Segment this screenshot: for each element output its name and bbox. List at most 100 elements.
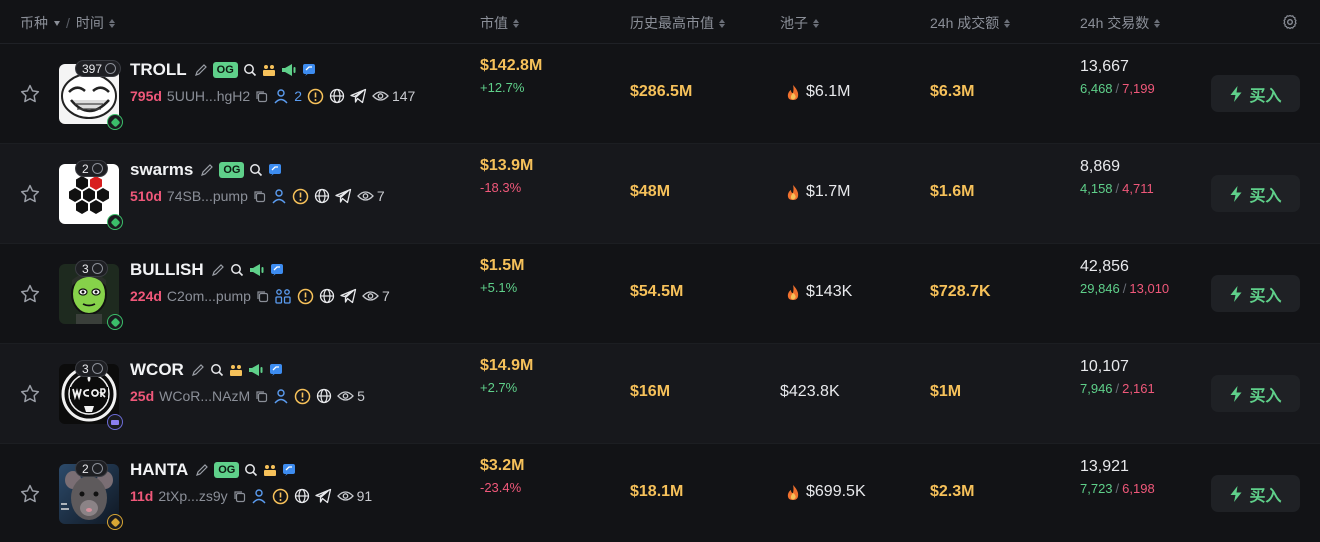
- megaphone-icon: [249, 264, 264, 276]
- market-cap: $13.9M -18.3%: [480, 157, 534, 195]
- token-name[interactable]: BULLISH: [130, 260, 204, 280]
- telegram-icon[interactable]: [350, 88, 367, 104]
- star-icon[interactable]: [19, 183, 41, 205]
- token-name[interactable]: WCOR: [130, 360, 184, 380]
- search-icon[interactable]: [249, 163, 263, 177]
- telegram-icon[interactable]: [340, 288, 357, 304]
- buy-button[interactable]: 买入: [1211, 475, 1300, 512]
- globe-icon[interactable]: [314, 188, 330, 204]
- telegram-icon[interactable]: [335, 188, 352, 204]
- table-row[interactable]: 3 WCOR 25d WCoR...NAzM 5 $14.9M +2.7% $1…: [0, 344, 1320, 444]
- token-name[interactable]: HANTA: [130, 460, 188, 480]
- chat-icon: [269, 364, 282, 376]
- edit-icon[interactable]: [195, 463, 209, 477]
- buy-button[interactable]: 买入: [1211, 275, 1300, 312]
- token-avatar[interactable]: 2: [59, 160, 123, 230]
- header-mcap[interactable]: 市值: [480, 13, 519, 33]
- chain-badge-icon: [107, 514, 123, 530]
- pool-liquidity: $143K: [786, 283, 852, 301]
- token-avatar[interactable]: 2: [59, 460, 123, 530]
- star-icon[interactable]: [19, 283, 41, 305]
- warning-icon[interactable]: [297, 288, 314, 305]
- buy-button[interactable]: 买入: [1211, 75, 1300, 112]
- edit-icon[interactable]: [211, 263, 225, 277]
- sort-icon[interactable]: [1004, 18, 1011, 28]
- search-icon[interactable]: [230, 263, 244, 277]
- copy-icon[interactable]: [256, 290, 269, 303]
- edit-icon[interactable]: [191, 363, 205, 377]
- copy-icon[interactable]: [253, 190, 266, 203]
- txs-24h: 13,667 6,468/7,199: [1080, 58, 1155, 96]
- clock-icon: [91, 263, 103, 274]
- globe-icon[interactable]: [319, 288, 335, 304]
- lightning-icon: [1230, 285, 1242, 302]
- star-icon[interactable]: [19, 483, 41, 505]
- table-row[interactable]: 397 TROLL OG 795d 5UUH...hgH2 2 147 $142…: [0, 44, 1320, 144]
- table-header: 币种 / 时间 市值 历史最高市值 池子 24h 成交额 24h 交易数: [0, 0, 1320, 44]
- token-name-line: WCOR: [130, 358, 283, 382]
- coin-filter-caret-icon[interactable]: [54, 20, 60, 26]
- buy-button[interactable]: 买入: [1211, 375, 1300, 412]
- holders-badge: 3: [75, 360, 108, 377]
- search-icon[interactable]: [244, 463, 258, 477]
- copy-icon[interactable]: [255, 90, 268, 103]
- header-coin-time[interactable]: 币种 / 时间: [20, 13, 115, 33]
- views-count: 7: [362, 288, 390, 304]
- buy-button[interactable]: 买入: [1211, 175, 1300, 212]
- edit-icon[interactable]: [194, 63, 208, 77]
- lightning-icon: [1230, 485, 1242, 502]
- token-name[interactable]: swarms: [130, 160, 193, 180]
- header-volume[interactable]: 24h 成交额: [930, 13, 1011, 33]
- star-icon[interactable]: [19, 383, 41, 405]
- header-txs[interactable]: 24h 交易数: [1080, 13, 1161, 33]
- token-address[interactable]: 74SB...pump: [167, 188, 248, 204]
- token-meta-line: 11d 2tXp...zs9y 91: [130, 486, 372, 506]
- globe-icon[interactable]: [329, 88, 345, 104]
- telegram-icon[interactable]: [314, 488, 332, 504]
- header-coin[interactable]: 币种: [20, 13, 48, 33]
- star-icon[interactable]: [19, 83, 41, 105]
- header-time[interactable]: 时间: [76, 13, 104, 33]
- holders-badge: 2: [75, 460, 108, 477]
- sort-icon[interactable]: [513, 18, 519, 28]
- warning-icon[interactable]: [292, 188, 309, 205]
- header-ath[interactable]: 历史最高市值: [630, 13, 725, 33]
- header-pool[interactable]: 池子: [780, 13, 819, 33]
- chain-badge-icon: [107, 414, 123, 430]
- token-age: 224d: [130, 288, 162, 304]
- table-row[interactable]: 2 HANTA OG 11d 2tXp...zs9y 91 $3.2M -23.…: [0, 444, 1320, 542]
- search-icon[interactable]: [210, 363, 224, 377]
- token-name[interactable]: TROLL: [130, 60, 187, 80]
- volume-24h: $1.6M: [930, 183, 975, 200]
- globe-icon[interactable]: [316, 388, 332, 404]
- edit-icon[interactable]: [200, 163, 214, 177]
- sort-icon[interactable]: [1154, 18, 1161, 28]
- gear-icon[interactable]: [1282, 14, 1298, 30]
- copy-icon[interactable]: [233, 490, 246, 503]
- search-icon[interactable]: [243, 63, 257, 77]
- table-row[interactable]: 3 BULLISH 224d C2om...pump 7 $1.5M +5.1%…: [0, 244, 1320, 344]
- warning-icon[interactable]: [307, 88, 324, 105]
- sort-icon[interactable]: [108, 18, 115, 28]
- token-address[interactable]: 2tXp...zs9y: [158, 488, 227, 504]
- buy-count: 7,723: [1080, 481, 1113, 496]
- market-cap: $1.5M +5.1%: [480, 257, 525, 295]
- warning-icon[interactable]: [294, 388, 311, 405]
- team-icon: [264, 465, 277, 476]
- token-address[interactable]: 5UUH...hgH2: [167, 88, 250, 104]
- copy-icon[interactable]: [255, 390, 268, 403]
- token-avatar[interactable]: 3: [59, 260, 123, 330]
- token-address[interactable]: C2om...pump: [167, 288, 251, 304]
- token-avatar[interactable]: 3: [59, 360, 123, 430]
- token-age: 11d: [130, 488, 154, 504]
- table-row[interactable]: 2 swarms OG 510d 74SB...pump 7 $13.9M -1…: [0, 144, 1320, 244]
- eye-icon: [337, 391, 355, 401]
- sort-icon[interactable]: [813, 18, 819, 28]
- token-address[interactable]: WCoR...NAzM: [159, 388, 250, 404]
- og-badge: OG: [219, 162, 245, 178]
- globe-icon[interactable]: [294, 488, 310, 504]
- sort-icon[interactable]: [719, 18, 725, 28]
- token-avatar[interactable]: 397: [59, 60, 123, 130]
- warning-icon[interactable]: [272, 488, 289, 505]
- buy-count: 4,158: [1080, 181, 1113, 196]
